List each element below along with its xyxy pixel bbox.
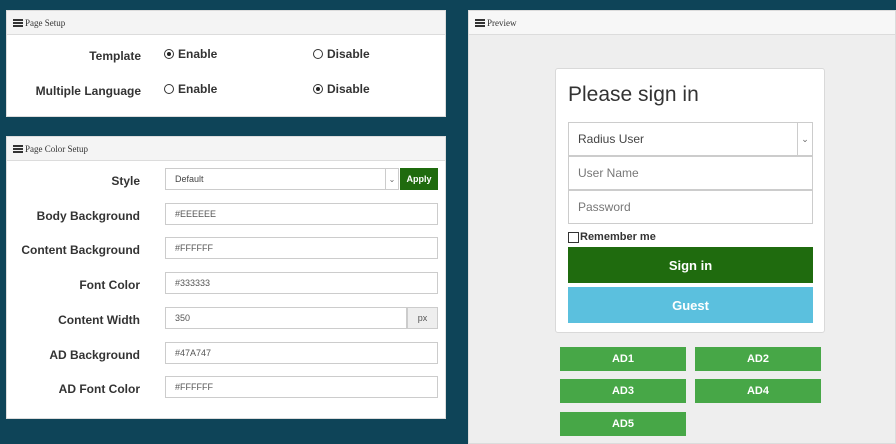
template-enable-radio[interactable]: Enable: [164, 47, 217, 61]
page-setup-title: Page Setup: [25, 17, 66, 28]
list-icon: [13, 145, 23, 153]
ad-background-label: AD Background: [49, 348, 140, 362]
radio-unselected-icon: [313, 49, 323, 59]
template-enable-label: Enable: [178, 47, 218, 61]
body-background-label: Body Background: [36, 209, 140, 223]
content-width-input[interactable]: 350: [165, 307, 407, 329]
language-enable-radio[interactable]: Enable: [164, 82, 217, 96]
ad2-button[interactable]: AD2: [695, 347, 821, 371]
font-color-input[interactable]: #333333: [165, 272, 438, 294]
content-background-label: Content Background: [21, 243, 140, 257]
language-enable-label: Enable: [178, 82, 218, 96]
signin-title: Please sign in: [568, 83, 699, 106]
color-setup-panel: Page Color Setup Style Default ⌄ Apply B…: [6, 136, 446, 419]
multiple-language-label: Multiple Language: [35, 84, 141, 98]
body-background-input[interactable]: #EEEEEE: [165, 203, 438, 225]
content-background-input[interactable]: #FFFFFF: [165, 237, 438, 259]
username-input[interactable]: User Name: [568, 156, 813, 190]
ad4-button[interactable]: AD4: [695, 379, 821, 403]
signin-button[interactable]: Sign in: [568, 247, 813, 283]
chevron-down-icon: ⌄: [385, 169, 398, 189]
color-setup-title: Page Color Setup: [25, 143, 88, 154]
guest-button[interactable]: Guest: [568, 287, 813, 323]
ad3-button[interactable]: AD3: [560, 379, 686, 403]
checkbox-icon: [568, 231, 579, 243]
template-label: Template: [89, 49, 141, 63]
password-input[interactable]: Password: [568, 190, 813, 224]
remember-me-checkbox[interactable]: Remember me: [568, 231, 656, 243]
list-icon: [13, 19, 23, 27]
signin-box: Please sign in Radius User ⌄ User Name P…: [555, 68, 825, 333]
radio-selected-icon: [313, 84, 323, 94]
preview-panel: Preview Please sign in Radius User ⌄ Use…: [468, 10, 896, 444]
user-type-select[interactable]: Radius User ⌄: [568, 122, 813, 156]
preview-header: Preview: [469, 11, 895, 35]
language-disable-label: Disable: [327, 82, 370, 96]
preview-title: Preview: [487, 17, 517, 28]
radio-selected-icon: [164, 49, 174, 59]
template-disable-radio[interactable]: Disable: [313, 47, 370, 61]
font-color-label: Font Color: [79, 278, 140, 292]
language-disable-radio[interactable]: Disable: [313, 82, 370, 96]
list-icon: [475, 19, 485, 27]
page-setup-panel: Page Setup Template Enable Disable Multi…: [6, 10, 446, 117]
ad-background-input[interactable]: #47A747: [165, 342, 438, 364]
ad-font-color-label: AD Font Color: [58, 382, 140, 396]
style-select-value: Default: [175, 174, 204, 184]
radio-unselected-icon: [164, 84, 174, 94]
apply-button[interactable]: Apply: [400, 168, 438, 190]
user-type-value: Radius User: [578, 132, 645, 146]
ad5-button[interactable]: AD5: [560, 412, 686, 436]
page-setup-header: Page Setup: [7, 11, 445, 35]
style-label: Style: [111, 174, 140, 188]
template-disable-label: Disable: [327, 47, 370, 61]
ad1-button[interactable]: AD1: [560, 347, 686, 371]
style-select[interactable]: Default ⌄: [165, 168, 399, 190]
chevron-down-icon: ⌄: [797, 123, 812, 155]
color-setup-header: Page Color Setup: [7, 137, 445, 161]
content-width-label: Content Width: [58, 313, 140, 327]
remember-me-label: Remember me: [580, 231, 656, 243]
ad-font-color-input[interactable]: #FFFFFF: [165, 376, 438, 398]
px-unit-addon: px: [407, 307, 438, 329]
